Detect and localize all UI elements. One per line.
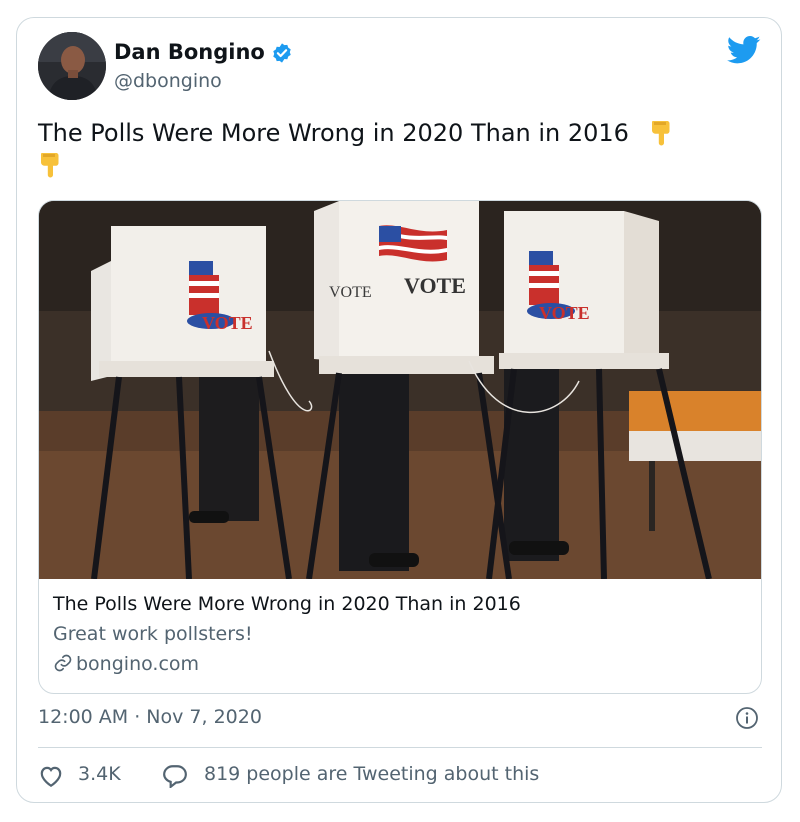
link-card-domain[interactable]: bongino.com bbox=[53, 653, 199, 675]
like-count[interactable]: 3.4K bbox=[78, 763, 121, 785]
divider bbox=[38, 747, 762, 748]
vote-sign: VOTE bbox=[404, 273, 466, 298]
tweet-body: The Polls Were More Wrong in 2020 Than i… bbox=[38, 119, 629, 147]
talking-count[interactable]: 819 people are Tweeting about this bbox=[204, 763, 539, 785]
vote-sign: VOTE bbox=[539, 303, 590, 323]
link-card-title[interactable]: The Polls Were More Wrong in 2020 Than i… bbox=[53, 593, 521, 615]
timestamp[interactable]: 12:00 AM · Nov 7, 2020 bbox=[38, 706, 262, 728]
link-icon bbox=[54, 654, 72, 672]
twitter-bird-icon[interactable] bbox=[727, 35, 761, 65]
pointing-down-emoji-icon bbox=[41, 153, 59, 178]
tweet-card: Dan Bongino @dbongino The Polls Were Mor… bbox=[16, 17, 782, 803]
tweet-text: The Polls Were More Wrong in 2020 Than i… bbox=[38, 117, 758, 181]
author-name[interactable]: Dan Bongino bbox=[114, 40, 265, 64]
link-card-domain-text[interactable]: bongino.com bbox=[76, 653, 199, 675]
avatar[interactable] bbox=[38, 32, 106, 100]
reply-bubble-icon[interactable] bbox=[162, 764, 188, 788]
vote-sign: VOTE bbox=[202, 313, 253, 333]
author-handle[interactable]: @dbongino bbox=[114, 70, 222, 92]
link-card-description: Great work pollsters! bbox=[53, 623, 253, 645]
verified-badge-icon bbox=[273, 43, 291, 63]
heart-icon[interactable] bbox=[38, 764, 64, 788]
vote-sign: VOTE bbox=[329, 284, 372, 301]
pointing-down-emoji-icon bbox=[651, 121, 670, 146]
info-icon[interactable] bbox=[735, 706, 759, 730]
link-preview-card[interactable]: VOTE VOTE VOTE VOTE The Polls Were More … bbox=[38, 200, 762, 694]
voting-booths-photo: VOTE VOTE VOTE VOTE bbox=[39, 201, 761, 579]
